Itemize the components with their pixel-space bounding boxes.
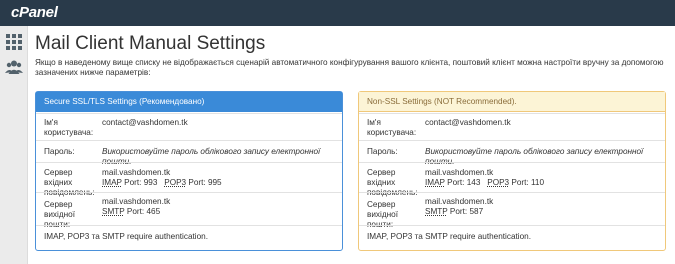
ssl-password-row: Пароль: Використовуйте пароль облікового… bbox=[36, 140, 342, 166]
nonssl-smtp-port: 587 bbox=[469, 207, 484, 216]
users-icon[interactable] bbox=[4, 57, 24, 77]
nonssl-username-label: Ім'я користувача: bbox=[367, 118, 417, 137]
nonssl-imap-label: IMAP bbox=[425, 178, 445, 187]
cpanel-logo[interactable]: cPanel bbox=[11, 4, 58, 21]
ssl-incoming-row: Сервер вхідних повідомлень: mail.vashdom… bbox=[36, 162, 342, 197]
nonssl-smtp-label: SMTP bbox=[425, 207, 448, 216]
page-title: Mail Client Manual Settings bbox=[35, 33, 266, 54]
ssl-imap-port-word: Port: bbox=[124, 178, 142, 187]
nonssl-panel-heading: Non-SSL Settings (NOT Recommended). bbox=[359, 92, 665, 112]
ssl-outgoing-host: mail.vashdomen.tk bbox=[102, 197, 171, 206]
nonssl-outgoing-ports: SMTP Port: 587 bbox=[425, 207, 483, 217]
ssl-username-row: Ім'я користувача: contact@vashdomen.tk bbox=[36, 113, 342, 140]
nonssl-auth-row: IMAP, POP3 та SMTP require authenticatio… bbox=[359, 225, 665, 250]
nonssl-pop3-label: POP3 bbox=[487, 178, 510, 187]
nonssl-auth-note: IMAP, POP3 та SMTP require authenticatio… bbox=[367, 232, 532, 241]
nonssl-incoming-host: mail.vashdomen.tk bbox=[425, 168, 494, 177]
ssl-outgoing-row: Сервер вихідної пошти: mail.vashdomen.tk… bbox=[36, 192, 342, 229]
ssl-smtp-port: 465 bbox=[146, 207, 161, 216]
ssl-incoming-host: mail.vashdomen.tk bbox=[102, 168, 171, 177]
ssl-auth-row: IMAP, POP3 та SMTP require authenticatio… bbox=[36, 225, 342, 250]
ssl-outgoing-ports: SMTP Port: 465 bbox=[102, 207, 160, 217]
nonssl-incoming-ports: IMAP Port: 143 POP3 Port: 110 bbox=[425, 178, 544, 188]
nonssl-pop3-port-word: Port: bbox=[511, 178, 529, 187]
nonssl-imap-port-word: Port: bbox=[447, 178, 465, 187]
ssl-panel-heading: Secure SSL/TLS Settings (Рекомендовано) bbox=[36, 92, 342, 112]
nonssl-outgoing-row: Сервер вихідної пошти: mail.vashdomen.tk… bbox=[359, 192, 665, 229]
nonssl-settings-panel: Non-SSL Settings (NOT Recommended). Ім'я… bbox=[358, 91, 666, 251]
ssl-settings-panel: Secure SSL/TLS Settings (Рекомендовано) … bbox=[35, 91, 343, 251]
left-sidebar bbox=[0, 26, 28, 264]
ssl-password-label: Пароль: bbox=[44, 147, 75, 156]
ssl-username-label: Ім'я користувача: bbox=[44, 118, 94, 137]
nonssl-password-row: Пароль: Використовуйте пароль облікового… bbox=[359, 140, 665, 166]
nonssl-incoming-row: Сервер вхідних повідомлень: mail.vashdom… bbox=[359, 162, 665, 197]
top-bar: cPanel bbox=[0, 0, 675, 26]
ssl-smtp-port-word: Port: bbox=[126, 207, 145, 216]
nonssl-imap-port: 143 bbox=[466, 178, 481, 187]
nonssl-outgoing-host: mail.vashdomen.tk bbox=[425, 197, 494, 206]
nonssl-username-row: Ім'я користувача: contact@vashdomen.tk bbox=[359, 113, 665, 140]
ssl-auth-note: IMAP, POP3 та SMTP require authenticatio… bbox=[44, 232, 209, 241]
nonssl-password-label: Пароль: bbox=[367, 147, 398, 156]
ssl-pop3-port-word: Port: bbox=[188, 178, 206, 187]
ssl-smtp-label: SMTP bbox=[102, 207, 125, 216]
intro-text: Якщо в наведеному вище списку не відобра… bbox=[35, 58, 664, 77]
nonssl-pop3-port: 110 bbox=[530, 178, 545, 187]
ssl-imap-label: IMAP bbox=[102, 178, 122, 187]
ssl-pop3-port: 995 bbox=[207, 178, 222, 187]
grid-icon[interactable] bbox=[4, 32, 24, 52]
nonssl-smtp-port-word: Port: bbox=[449, 207, 468, 216]
ssl-pop3-label: POP3 bbox=[164, 178, 187, 187]
ssl-incoming-ports: IMAP Port: 993 POP3 Port: 995 bbox=[102, 178, 222, 188]
ssl-username-value: contact@vashdomen.tk bbox=[102, 118, 188, 127]
ssl-imap-port: 993 bbox=[143, 178, 158, 187]
nonssl-username-value: contact@vashdomen.tk bbox=[425, 118, 511, 127]
